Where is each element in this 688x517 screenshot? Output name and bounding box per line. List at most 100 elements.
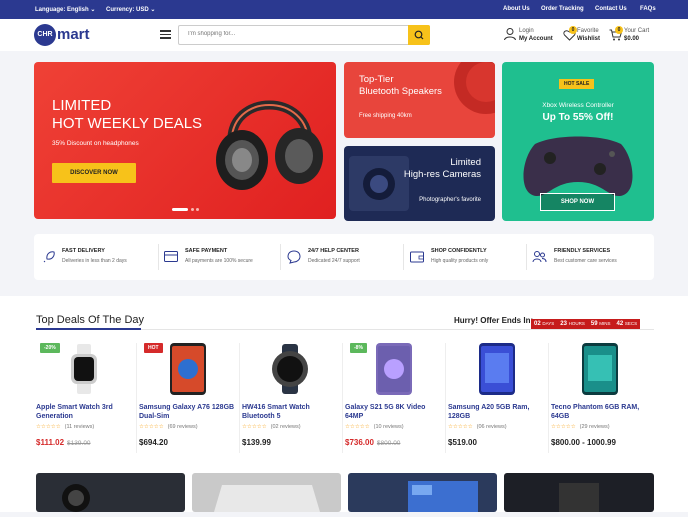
services-bar: Fast Delivery Deliveries in less than 2 d… (34, 234, 654, 280)
product-image[interactable] (69, 344, 99, 394)
product-image[interactable] (267, 344, 313, 394)
rating-stars: ☆☆☆☆☆ (69 reviews) (139, 424, 198, 430)
offer-ends-label: Hurry! Offer Ends In: (454, 316, 534, 325)
product-image[interactable] (166, 343, 210, 395)
headphones-image (216, 100, 323, 190)
product-name[interactable]: Samsung A20 5GB Ram, 128GB (448, 403, 543, 421)
product-price: $139.99 (242, 438, 271, 447)
search-input[interactable] (188, 31, 388, 37)
product-image[interactable] (372, 343, 416, 395)
order-tracking-link[interactable]: Order Tracking (541, 6, 584, 12)
account-link[interactable] (503, 27, 517, 46)
discount-badge: -8% (350, 343, 367, 353)
logo-badge[interactable]: CHR (34, 24, 56, 46)
slider-dot-active[interactable] (172, 208, 188, 211)
speakers-title1: Top-Tier (359, 74, 394, 85)
product-image[interactable] (578, 343, 622, 395)
rating-stars: ☆☆☆☆☆ (29 reviews) (551, 424, 610, 430)
promo-tile[interactable] (192, 473, 341, 512)
search-icon (414, 30, 424, 40)
rating-stars: ☆☆☆☆☆ (11 reviews) (36, 424, 95, 430)
camera-image (349, 156, 409, 211)
hero-banner[interactable]: LIMITED HOT WEEKLY DEALS 35% Discount on… (34, 62, 336, 219)
service-shop-confidently: Shop Confidently High quality products on… (431, 248, 489, 264)
product-name[interactable]: Galaxy S21 5G 8K Video 64MP (345, 403, 440, 421)
account-text[interactable]: Login My Account (519, 27, 553, 43)
product-name[interactable]: Apple Smart Watch 3rd Generation (36, 403, 131, 421)
users-icon (532, 251, 547, 263)
service-help-center: 24/7 Help Center Dedicated 24/7 support (308, 248, 360, 264)
product-price: $736.00 $800.00 (345, 438, 401, 447)
hero-line2: HOT WEEKLY DEALS (52, 115, 203, 132)
currency-selector[interactable]: Currency: USD ⌄ (106, 6, 155, 13)
hero-line1: LIMITED (52, 97, 112, 114)
wallet-icon (410, 251, 424, 263)
top-bar: Language: English ⌄ Currency: USD ⌄ Abou… (0, 0, 688, 19)
service-safe-payment: Safe Payment All payments are 100% secure (185, 248, 253, 264)
tablet-image (408, 481, 478, 512)
speakers-banner[interactable]: Top-Tier Bluetooth Speakers Free shippin… (344, 62, 495, 138)
controller-title: Xbox Wireless Controller (542, 102, 614, 109)
speaker-image (454, 62, 495, 114)
wishlist-text[interactable]: Favorite Wishlist (577, 27, 600, 43)
about-link[interactable]: About Us (503, 6, 530, 12)
contact-link[interactable]: Contact Us (595, 6, 627, 12)
countdown-timer: 02 DAYS 23 HOURS 59 MINS 42 SECS (531, 312, 641, 330)
divider (403, 244, 404, 270)
product-price: $111.02 $139.00 (36, 438, 91, 447)
camera-lens-image (62, 484, 90, 512)
cameras-banner[interactable]: Limited High-res Cameras Photographer's … (344, 146, 495, 221)
product-price: $519.00 (448, 438, 477, 447)
logo-text[interactable]: mart (57, 24, 90, 46)
menu-icon[interactable] (160, 30, 171, 39)
deals-title: Top Deals Of The Day (36, 314, 145, 326)
promo-tile[interactable] (348, 473, 497, 512)
console-image (559, 483, 599, 512)
controller-offer: Up To 55% Off! (542, 112, 614, 123)
slider-dot[interactable] (196, 208, 199, 211)
cameras-subtitle: Photographer's favorite (419, 197, 481, 203)
divider (526, 244, 527, 270)
slider-dot[interactable] (191, 208, 194, 211)
search-button[interactable] (408, 25, 430, 45)
search-bar (178, 25, 430, 45)
discount-badge: -20% (40, 343, 60, 353)
promo-tile[interactable] (36, 473, 185, 512)
divider (280, 244, 281, 270)
hot-badge: HOT (144, 343, 163, 353)
speakers-subtitle: Free shipping 40km (359, 113, 412, 119)
product-name[interactable]: Tecno Phantom 6GB RAM, 64GB (551, 403, 651, 421)
hot-sale-badge: HOT SALE (559, 79, 595, 89)
product-image (214, 485, 320, 512)
wishlist-count-badge: 0 (569, 26, 577, 34)
divider (158, 244, 159, 270)
rocket-icon (43, 251, 55, 263)
faqs-link[interactable]: FAQs (640, 6, 656, 12)
service-fast-delivery: Fast Delivery Deliveries in less than 2 d… (62, 248, 127, 264)
rating-stars: ☆☆☆☆☆ (10 reviews) (345, 424, 404, 430)
product-image[interactable] (475, 343, 519, 395)
card-icon (164, 251, 178, 262)
cameras-title1: Limited (450, 157, 481, 168)
user-icon (504, 28, 516, 41)
product-name[interactable]: Samsung Galaxy A76 128GB Dual-Sim (139, 403, 237, 421)
cart-count-badge: 0 (615, 26, 623, 34)
cart-text[interactable]: Your Cart $0.00 (624, 27, 649, 43)
deals-title-underline (36, 328, 141, 330)
promo-tile[interactable] (504, 473, 654, 512)
chat-icon (287, 250, 301, 264)
hero-subtitle: 35% Discount on headphones (52, 140, 139, 147)
shop-now-button[interactable]: SHOP NOW (540, 193, 615, 211)
product-grid: -20% Apple Smart Watch 3rd Generation ☆☆… (34, 338, 654, 458)
product-name[interactable]: HW416 Smart Watch Bluetooth 5 (242, 403, 337, 421)
rating-stars: ☆☆☆☆☆ (02 reviews) (242, 424, 301, 430)
service-friendly: Friendly Services Best customer care serv… (554, 248, 617, 264)
cameras-title2: High-res Cameras (403, 169, 481, 180)
language-selector[interactable]: Language: English ⌄ (35, 6, 95, 13)
discover-now-button[interactable]: DISCOVER NOW (52, 163, 136, 183)
controller-banner[interactable]: HOT SALE Xbox Wireless Controller Up To … (502, 62, 654, 221)
product-price: $694.20 (139, 438, 168, 447)
product-price: $800.00 - 1000.99 (551, 438, 616, 447)
speakers-title2: Bluetooth Speakers (359, 86, 442, 97)
rating-stars: ☆☆☆☆☆ (06 reviews) (448, 424, 507, 430)
